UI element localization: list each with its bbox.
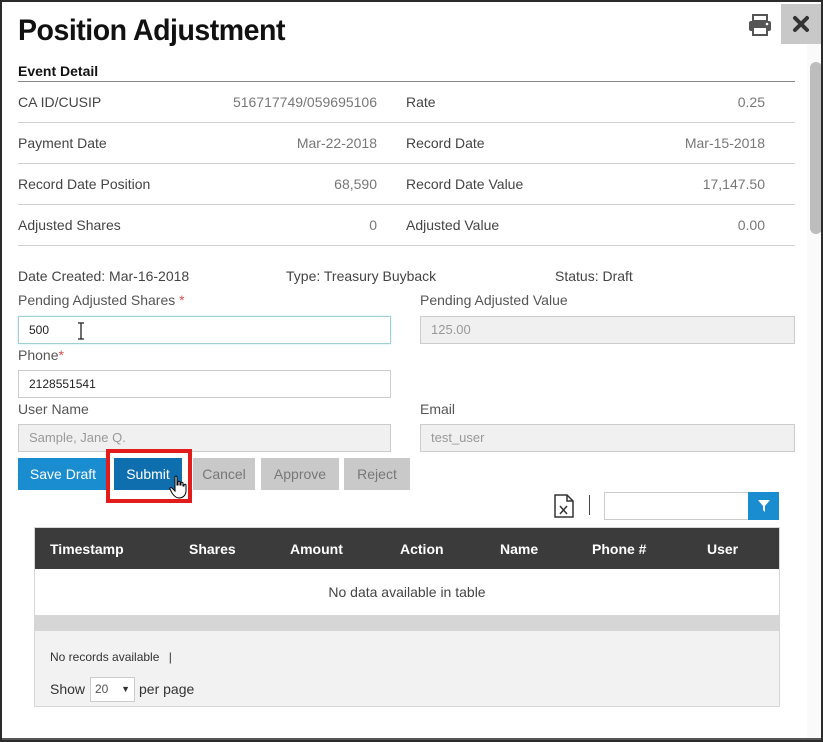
username-label: User Name bbox=[18, 401, 89, 417]
scrollbar-thumb[interactable] bbox=[810, 62, 821, 234]
text-cursor-icon bbox=[78, 322, 84, 340]
email-field: test_user bbox=[420, 424, 795, 452]
detail-value: 0.25 bbox=[737, 94, 765, 110]
close-button[interactable] bbox=[781, 4, 821, 44]
column-header[interactable]: User bbox=[707, 541, 738, 557]
save-draft-button[interactable]: Save Draft bbox=[18, 458, 108, 490]
detail-label: Payment Date bbox=[18, 135, 107, 151]
detail-row: Payment Date Mar-22-2018 Record Date Mar… bbox=[18, 123, 795, 164]
column-header[interactable]: Amount bbox=[290, 541, 343, 557]
records-separator: | bbox=[168, 650, 172, 664]
event-type: Type: Treasury Buyback bbox=[286, 268, 437, 284]
pending-shares-label: Pending Adjusted Shares * bbox=[18, 292, 185, 308]
per-page-label: per page bbox=[139, 681, 195, 697]
username-field: Sample, Jane Q. bbox=[18, 424, 391, 452]
detail-value: 17,147.50 bbox=[702, 176, 765, 192]
empty-table-message: No data available in table bbox=[328, 584, 486, 600]
pending-value-field: 125.00 bbox=[420, 316, 795, 344]
filter-icon bbox=[757, 500, 770, 512]
pending-value-label: Pending Adjusted Value bbox=[420, 292, 568, 308]
pending-shares-input[interactable]: 500 bbox=[18, 316, 391, 344]
hand-pointer-icon bbox=[169, 475, 187, 499]
detail-value: 516717749/059695106 bbox=[232, 94, 377, 110]
detail-label: Record Date bbox=[406, 135, 485, 151]
approve-button[interactable]: Approve bbox=[261, 458, 339, 490]
chevron-down-icon: ▼ bbox=[121, 684, 130, 694]
dialog-title: Position Adjustment bbox=[18, 14, 286, 47]
excel-export-icon[interactable] bbox=[553, 494, 575, 518]
toolbar-separator bbox=[589, 495, 590, 515]
detail-value: Mar-22-2018 bbox=[296, 135, 377, 151]
status-text: Status: Draft bbox=[555, 268, 633, 284]
phone-input[interactable]: 2128551541 bbox=[18, 370, 391, 398]
email-label: Email bbox=[420, 401, 456, 417]
detail-value: 0 bbox=[369, 217, 377, 233]
position-adjustment-dialog: Position Adjustment Event Detail CA ID/C… bbox=[0, 0, 823, 742]
event-detail-title: Event Detail bbox=[18, 63, 99, 79]
cancel-button[interactable]: Cancel bbox=[193, 458, 255, 490]
page-size-value: 20 bbox=[95, 682, 109, 696]
filter-button[interactable] bbox=[748, 492, 779, 520]
reject-button[interactable]: Reject bbox=[344, 458, 410, 490]
print-icon[interactable] bbox=[747, 12, 773, 38]
grid-header: Timestamp Shares Amount Action Name Phon… bbox=[35, 528, 779, 569]
detail-value: Mar-15-2018 bbox=[684, 135, 765, 151]
close-icon bbox=[793, 16, 809, 32]
history-grid: Timestamp Shares Amount Action Name Phon… bbox=[34, 527, 780, 707]
detail-value: 68,590 bbox=[334, 176, 377, 192]
records-status: No records available | bbox=[50, 650, 172, 664]
detail-label: CA ID/CUSIP bbox=[18, 94, 102, 110]
phone-label: Phone* bbox=[18, 347, 64, 363]
phone-label-text: Phone bbox=[18, 347, 59, 363]
column-header[interactable]: Name bbox=[500, 541, 538, 557]
detail-label: Record Date Value bbox=[406, 176, 524, 192]
detail-value: 0.00 bbox=[737, 217, 765, 233]
pending-shares-label-text: Pending Adjusted Shares bbox=[18, 292, 176, 308]
grid-filter-input[interactable] bbox=[604, 492, 748, 520]
detail-label: Record Date Position bbox=[18, 176, 151, 192]
window-bottom-edge bbox=[2, 738, 821, 740]
required-mark: * bbox=[58, 347, 64, 363]
page-size-select[interactable]: 20 ▼ bbox=[90, 677, 135, 702]
detail-row: Record Date Position 68,590 Record Date … bbox=[18, 164, 795, 205]
grid-horizontal-scrollbar[interactable] bbox=[35, 615, 779, 631]
column-header[interactable]: Phone # bbox=[592, 541, 646, 557]
date-created: Date Created: Mar-16-2018 bbox=[18, 268, 190, 284]
required-mark: * bbox=[179, 292, 185, 308]
detail-row: Adjusted Shares 0 Adjusted Value 0.00 bbox=[18, 205, 795, 246]
column-header[interactable]: Shares bbox=[189, 541, 236, 557]
grid-footer: No records available | Show 20 ▼ per pag… bbox=[35, 631, 779, 706]
column-header[interactable]: Timestamp bbox=[50, 541, 124, 557]
column-header[interactable]: Action bbox=[400, 541, 444, 557]
detail-row: CA ID/CUSIP 516717749/059695106 Rate 0.2… bbox=[18, 82, 795, 123]
detail-label: Adjusted Shares bbox=[18, 217, 121, 233]
show-label: Show bbox=[50, 681, 86, 697]
detail-label: Rate bbox=[406, 94, 436, 110]
detail-label: Adjusted Value bbox=[406, 217, 500, 233]
records-text: No records available bbox=[50, 650, 160, 664]
